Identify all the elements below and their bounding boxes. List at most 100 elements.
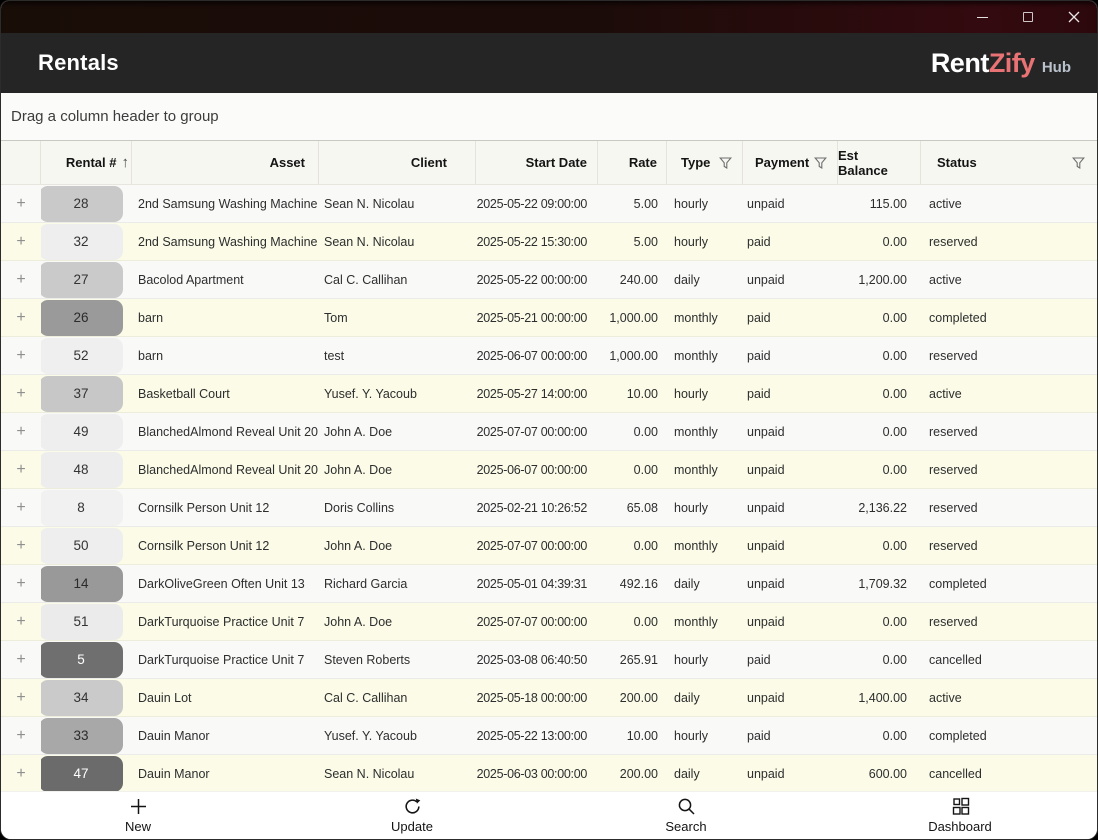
table-row[interactable]: + 37 Basketball Court Yusef. Y. Yacoub 2…	[1, 375, 1097, 413]
table-row[interactable]: + 48 BlanchedAlmond Reveal Unit 20 John …	[1, 451, 1097, 489]
update-button[interactable]: Update	[275, 792, 549, 839]
rate-cell: 265.91	[598, 641, 667, 678]
rate-cell: 65.08	[598, 489, 667, 526]
expand-row-button[interactable]: +	[1, 755, 41, 792]
column-header-start-date[interactable]: Start Date	[476, 141, 598, 184]
expand-row-button[interactable]: +	[1, 717, 41, 754]
column-header-status[interactable]: Status	[921, 141, 1098, 184]
rental-number-cell: 28	[41, 185, 132, 222]
minimize-button[interactable]	[959, 1, 1005, 33]
rental-number-chip: 8	[41, 490, 123, 526]
column-label: Status	[937, 155, 977, 170]
table-row[interactable]: + 27 Bacolod Apartment Cal C. Callihan 2…	[1, 261, 1097, 299]
maximize-icon	[1023, 12, 1033, 22]
column-header-client[interactable]: Client	[319, 141, 476, 184]
column-header-rental[interactable]: Rental # ↑	[41, 141, 132, 184]
rate-cell: 0.00	[598, 603, 667, 640]
column-label: Rate	[629, 155, 657, 170]
table-row[interactable]: + 5 DarkTurquoise Practice Unit 7 Steven…	[1, 641, 1097, 679]
start-date-cell: 2025-05-27 14:00:00	[476, 375, 598, 412]
expand-row-button[interactable]: +	[1, 223, 41, 260]
table-row[interactable]: + 34 Dauin Lot Cal C. Callihan 2025-05-1…	[1, 679, 1097, 717]
expand-row-button[interactable]: +	[1, 565, 41, 602]
rental-number-chip: 52	[41, 338, 123, 374]
table-row[interactable]: + 51 DarkTurquoise Practice Unit 7 John …	[1, 603, 1097, 641]
type-cell: monthly	[667, 413, 743, 450]
expand-row-button[interactable]: +	[1, 375, 41, 412]
est-balance-cell: 0.00	[838, 337, 921, 374]
table-row[interactable]: + 52 barn test 2025-06-07 00:00:00 1,000…	[1, 337, 1097, 375]
status-cell: reserved	[921, 337, 1097, 374]
status-cell: cancelled	[921, 641, 1097, 678]
client-cell: John A. Doe	[319, 413, 476, 450]
expand-row-button[interactable]: +	[1, 641, 41, 678]
search-icon	[677, 797, 696, 816]
rate-cell: 0.00	[598, 527, 667, 564]
table-row[interactable]: + 28 2nd Samsung Washing Machine Sean N.…	[1, 185, 1097, 223]
rate-cell: 5.00	[598, 185, 667, 222]
asset-cell: Basketball Court	[132, 375, 319, 412]
type-cell: hourly	[667, 489, 743, 526]
asset-cell: Dauin Lot	[132, 679, 319, 716]
payment-cell: paid	[743, 717, 838, 754]
start-date-cell: 2025-05-22 13:00:00	[476, 717, 598, 754]
client-cell: John A. Doe	[319, 451, 476, 488]
app-logo: RentZifyHub	[931, 48, 1071, 79]
expand-row-button[interactable]: +	[1, 299, 41, 336]
filter-icon[interactable]	[814, 157, 827, 169]
column-header-est-balance[interactable]: Est Balance	[838, 141, 921, 184]
expand-row-button[interactable]: +	[1, 451, 41, 488]
type-cell: monthly	[667, 337, 743, 374]
expand-row-button[interactable]: +	[1, 261, 41, 298]
table-row[interactable]: + 50 Cornsilk Person Unit 12 John A. Doe…	[1, 527, 1097, 565]
maximize-button[interactable]	[1005, 1, 1051, 33]
table-row[interactable]: + 8 Cornsilk Person Unit 12 Doris Collin…	[1, 489, 1097, 527]
table-row[interactable]: + 14 DarkOliveGreen Often Unit 13 Richar…	[1, 565, 1097, 603]
column-header-type[interactable]: Type	[667, 141, 743, 184]
type-cell: monthly	[667, 451, 743, 488]
type-cell: hourly	[667, 717, 743, 754]
title-bar[interactable]	[1, 1, 1097, 33]
filter-icon[interactable]	[1072, 157, 1085, 169]
expand-row-button[interactable]: +	[1, 527, 41, 564]
client-cell: Cal C. Callihan	[319, 679, 476, 716]
client-cell: test	[319, 337, 476, 374]
expand-row-button[interactable]: +	[1, 679, 41, 716]
filter-icon[interactable]	[719, 157, 732, 169]
table-row[interactable]: + 32 2nd Samsung Washing Machine Sean N.…	[1, 223, 1097, 261]
search-button[interactable]: Search	[549, 792, 823, 839]
rate-cell: 1,000.00	[598, 299, 667, 336]
est-balance-cell: 600.00	[838, 755, 921, 792]
rental-number-cell: 5	[41, 641, 132, 678]
tool-label: Dashboard	[928, 819, 992, 834]
table-row[interactable]: + 33 Dauin Manor Yusef. Y. Yacoub 2025-0…	[1, 717, 1097, 755]
expand-row-button[interactable]: +	[1, 337, 41, 374]
column-header-rate[interactable]: Rate	[598, 141, 667, 184]
client-cell: Doris Collins	[319, 489, 476, 526]
new-button[interactable]: New	[1, 792, 275, 839]
dashboard-button[interactable]: Dashboard	[823, 792, 1097, 839]
expand-row-button[interactable]: +	[1, 603, 41, 640]
client-cell: Cal C. Callihan	[319, 261, 476, 298]
asset-cell: Dauin Manor	[132, 755, 319, 792]
column-header-asset[interactable]: Asset	[132, 141, 319, 184]
est-balance-cell: 0.00	[838, 527, 921, 564]
est-balance-cell: 0.00	[838, 717, 921, 754]
type-cell: daily	[667, 565, 743, 602]
expand-row-button[interactable]: +	[1, 185, 41, 222]
rental-number-cell: 14	[41, 565, 132, 602]
column-header-payment[interactable]: Payment	[743, 141, 838, 184]
expand-row-button[interactable]: +	[1, 489, 41, 526]
table-row[interactable]: + 26 barn Tom 2025-05-21 00:00:00 1,000.…	[1, 299, 1097, 337]
expand-row-button[interactable]: +	[1, 413, 41, 450]
table-row[interactable]: + 49 BlanchedAlmond Reveal Unit 20 John …	[1, 413, 1097, 451]
table-row[interactable]: + 47 Dauin Manor Sean N. Nicolau 2025-06…	[1, 755, 1097, 793]
close-button[interactable]	[1051, 1, 1097, 33]
payment-cell: unpaid	[743, 185, 838, 222]
start-date-cell: 2025-05-18 00:00:00	[476, 679, 598, 716]
dashboard-icon	[951, 797, 970, 816]
group-by-panel[interactable]: Drag a column header to group	[1, 93, 1097, 141]
tool-label: Update	[391, 819, 433, 834]
logo-part-hub: Hub	[1042, 59, 1071, 76]
est-balance-cell: 1,709.32	[838, 565, 921, 602]
